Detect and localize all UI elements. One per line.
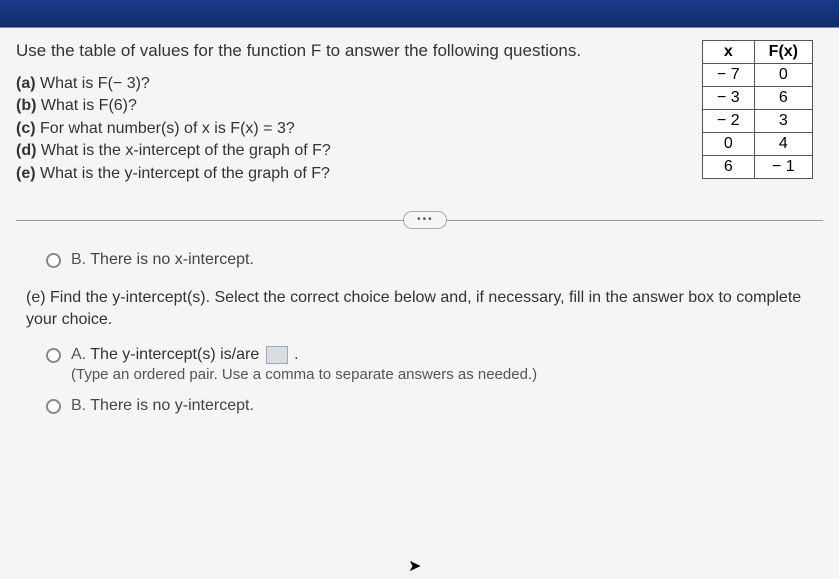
- table-cell-fx: 6: [754, 87, 812, 110]
- table-header-fx: F(x): [754, 41, 812, 64]
- choice-a-text-after: .: [294, 346, 298, 363]
- choice-a-row: A. The y-intercept(s) is/are . (Type an …: [46, 346, 823, 383]
- table-header-row: x F(x): [702, 41, 812, 64]
- table-cell-x: 0: [702, 133, 754, 156]
- ellipsis-icon: •••: [417, 214, 434, 225]
- choice-a-subtext: (Type an ordered pair. Use a comma to se…: [71, 366, 537, 383]
- question-content: Use the table of values for the function…: [0, 28, 839, 579]
- choice-a-text-before: The y-intercept(s) is/are: [90, 346, 263, 363]
- table-cell-x: − 7: [702, 64, 754, 87]
- choice-a-letter: A.: [71, 346, 86, 363]
- question-intro: Use the table of values for the function…: [16, 40, 682, 63]
- part-e-prompt: (e) Find the y-intercept(s). Select the …: [26, 287, 823, 332]
- cursor-icon: ➤: [408, 556, 421, 576]
- prev-choice-b-row: B. There is no x-intercept.: [46, 251, 823, 269]
- subquestion-c: (c) For what number(s) of x is F(x) = 3?: [16, 118, 682, 140]
- radio-choice-b[interactable]: [46, 399, 61, 414]
- subquestion-d: (d) What is the x-intercept of the graph…: [16, 140, 682, 162]
- table-row: − 3 6: [702, 87, 812, 110]
- table-row: − 2 3: [702, 110, 812, 133]
- choice-b-row: B. There is no y-intercept.: [46, 397, 823, 415]
- function-table: x F(x) − 7 0 − 3 6 − 2 3 0 4: [702, 40, 813, 179]
- table-cell-fx: − 1: [754, 156, 812, 179]
- subq-a-label: (a): [16, 75, 36, 92]
- table-cell-fx: 3: [754, 110, 812, 133]
- function-table-wrap: x F(x) − 7 0 − 3 6 − 2 3 0 4: [702, 40, 813, 179]
- subquestion-b: (b) What is F(6)?: [16, 95, 682, 117]
- radio-choice-a[interactable]: [46, 348, 61, 363]
- table-cell-fx: 4: [754, 133, 812, 156]
- subq-d-text: What is the x-intercept of the graph of …: [41, 142, 331, 159]
- subquestion-a: (a) What is F(− 3)?: [16, 73, 682, 95]
- section-divider: •••: [16, 213, 823, 227]
- subq-b-text: What is F(6)?: [41, 97, 137, 114]
- prev-choice-b-letter: B.: [71, 251, 86, 268]
- subq-c-text: For what number(s) of x is F(x) = 3?: [40, 120, 295, 137]
- choice-b-text: There is no y-intercept.: [90, 397, 254, 414]
- table-header-x: x: [702, 41, 754, 64]
- prev-choice-b-text: There is no x-intercept.: [90, 251, 254, 268]
- subq-e-text: What is the y-intercept of the graph of …: [40, 165, 330, 182]
- subq-e-label: (e): [16, 165, 36, 182]
- subq-d-label: (d): [16, 142, 36, 159]
- expand-more-button[interactable]: •••: [403, 211, 447, 229]
- table-row: − 7 0: [702, 64, 812, 87]
- choice-b-letter: B.: [71, 397, 86, 414]
- table-cell-x: 6: [702, 156, 754, 179]
- table-row: 0 4: [702, 133, 812, 156]
- radio-prev-b[interactable]: [46, 253, 61, 268]
- choice-a-main: A. The y-intercept(s) is/are .: [71, 346, 537, 364]
- table-row: 6 − 1: [702, 156, 812, 179]
- answer-input-box[interactable]: [266, 346, 288, 364]
- subquestion-e: (e) What is the y-intercept of the graph…: [16, 163, 682, 185]
- app-topbar: [0, 0, 839, 28]
- subq-c-label: (c): [16, 120, 36, 137]
- table-cell-fx: 0: [754, 64, 812, 87]
- subq-b-label: (b): [16, 97, 36, 114]
- answer-area: B. There is no x-intercept. (e) Find the…: [16, 251, 823, 415]
- subq-a-text: What is F(− 3)?: [40, 75, 150, 92]
- table-cell-x: − 2: [702, 110, 754, 133]
- table-cell-x: − 3: [702, 87, 754, 110]
